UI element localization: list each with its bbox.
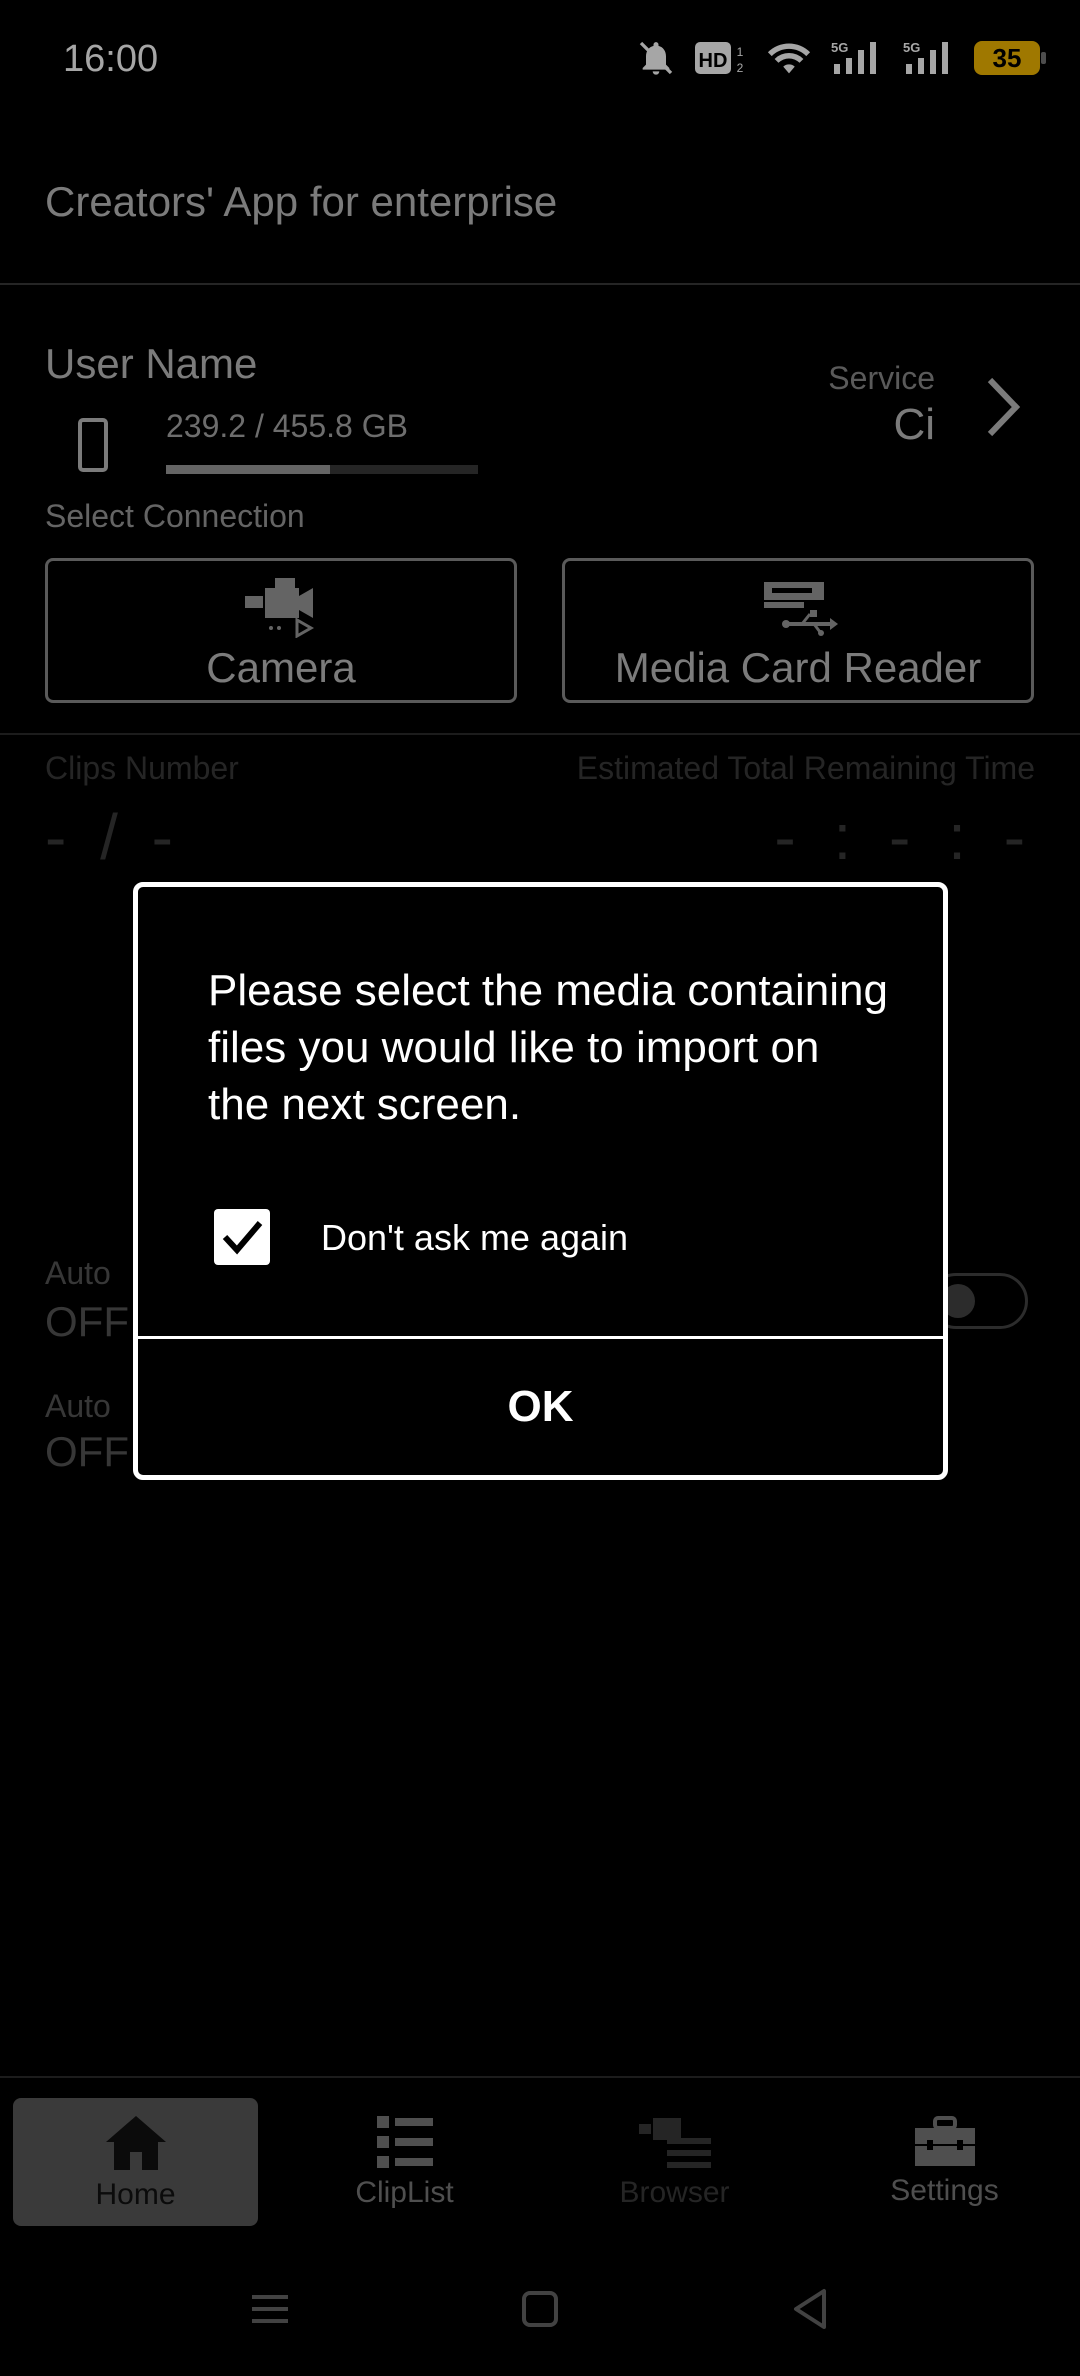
dont-ask-checkbox[interactable] <box>214 1209 270 1265</box>
checkmark-icon <box>222 1221 263 1255</box>
ok-button[interactable]: OK <box>138 1339 943 1475</box>
dialog-message: Please select the media containing files… <box>208 966 888 1129</box>
dont-ask-label[interactable]: Don't ask me again <box>321 1217 628 1259</box>
import-media-dialog: Please select the media containing files… <box>133 882 948 1480</box>
